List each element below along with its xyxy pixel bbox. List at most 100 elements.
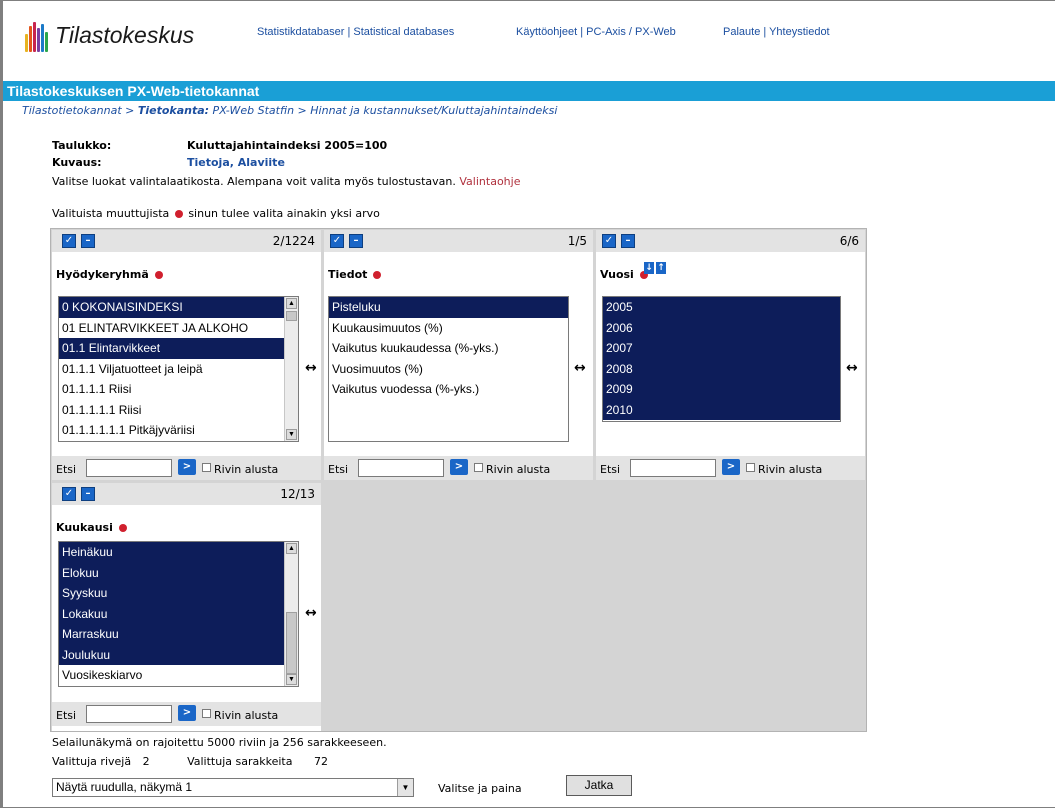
selection-count: 6/6 [839, 234, 859, 248]
list-item[interactable]: 01.1 Elintarvikkeet [59, 338, 298, 359]
values-listbox[interactable]: 0 KOKONAISINDEKSI 01 ELINTARVIKKEET JA A… [58, 296, 299, 442]
search-input[interactable] [358, 459, 444, 477]
variable-name: Hyödykeryhmä [56, 268, 165, 281]
scroll-thumb[interactable] [286, 612, 297, 674]
from-start-checkbox[interactable] [202, 709, 211, 718]
search-row: Etsi > Rivin alusta [596, 456, 865, 480]
limit-note: Selailunäkymä on rajoitettu 5000 riviin … [52, 736, 387, 749]
required-dot-icon [154, 271, 163, 279]
selection-help-link[interactable]: Valintaohje [459, 175, 520, 188]
resize-arrow-icon[interactable]: ↔ [846, 360, 858, 376]
instruction-row: Valitse luokat valintalaatikosta. Alempa… [52, 175, 520, 188]
breadcrumb-separator: > [294, 104, 311, 117]
list-item[interactable]: Lokakuu [59, 603, 298, 624]
databases-link[interactable]: Statistikdatabaser | Statistical databas… [257, 26, 454, 38]
variable-selection-grid: ✓ – 2/1224 Hyödykeryhmä 0 KOKONAISINDEKS… [50, 228, 867, 732]
view-select-value: Näytä ruudulla, näkymä 1 [56, 780, 193, 794]
breadcrumb-root-link[interactable]: Tilastotietokannat [22, 104, 122, 117]
logo-icon [25, 18, 49, 52]
list-item[interactable]: Joulukuu [59, 644, 298, 665]
values-listbox[interactable]: 2005 2006 2007 2008 2009 2010 [602, 296, 841, 422]
list-item[interactable]: 2007 [603, 338, 840, 359]
resize-arrow-icon[interactable]: ↔ [305, 605, 317, 621]
list-item[interactable]: 01.1.1.1.1.1 Pitkäjyväriisi [59, 420, 298, 441]
continue-button[interactable]: Jatka [566, 775, 632, 796]
list-item[interactable]: 01 ELINTARVIKKEET JA ALKOHO [59, 318, 298, 339]
listbox-scrollbar[interactable]: ▲ ▼ [284, 297, 298, 441]
values-listbox[interactable]: Heinäkuu Elokuu Syyskuu Lokakuu Marrasku… [58, 541, 299, 687]
list-item[interactable]: Elokuu [59, 562, 298, 583]
chevron-down-icon[interactable]: ▼ [397, 779, 413, 796]
list-item[interactable]: Vaikutus vuodessa (%-yks.) [329, 379, 568, 400]
footnote-link[interactable]: Alaviite [238, 156, 285, 169]
checkbox-label: Rivin alusta [758, 463, 823, 476]
search-label: Etsi [56, 709, 77, 722]
breadcrumb-db-link[interactable]: PX-Web Statfin [209, 104, 295, 117]
deselect-all-button[interactable]: – [349, 234, 363, 248]
search-go-button[interactable]: > [178, 459, 196, 475]
logo[interactable]: Tilastokeskus [25, 18, 194, 52]
variable-name-text: Vuosi [600, 268, 634, 281]
feedback-link[interactable]: Palaute | Yhteystiedot [723, 26, 830, 38]
search-label: Etsi [600, 463, 621, 476]
select-all-button[interactable]: ✓ [330, 234, 344, 248]
from-start-checkbox[interactable] [202, 463, 211, 472]
instruction-text: Valitse luokat valintalaatikosta. Alempa… [52, 175, 460, 188]
variable-name: Kuukausi [56, 521, 129, 534]
list-item[interactable]: 2009 [603, 379, 840, 400]
selection-count: 2/1224 [272, 234, 315, 248]
resize-arrow-icon[interactable]: ↔ [574, 360, 586, 376]
panel-toolbar: ✓ – 12/13 [52, 483, 321, 505]
list-item[interactable]: 01.1.1 Viljatuotteet ja leipä [59, 359, 298, 380]
search-row: Etsi > Rivin alusta [52, 456, 321, 480]
sort-ascending-icon[interactable]: ↑ [656, 262, 666, 274]
breadcrumb-path: Hinnat ja kustannukset/Kuluttajahintaind… [310, 104, 558, 117]
list-item[interactable]: 2005 [603, 297, 840, 318]
search-input[interactable] [86, 705, 172, 723]
from-start-checkbox[interactable] [746, 463, 755, 472]
help-link[interactable]: Käyttöohjeet | PC-Axis / PX-Web [516, 26, 676, 38]
info-link[interactable]: Tietoja [187, 156, 230, 169]
breadcrumb-db-label: Tietokanta: [137, 104, 210, 117]
sort-descending-icon[interactable]: ↓ [644, 262, 654, 274]
list-item[interactable]: Pisteluku [329, 297, 568, 318]
list-item[interactable]: Vaikutus kuukaudessa (%-yks.) [329, 338, 568, 359]
scroll-thumb[interactable] [286, 311, 297, 321]
search-input[interactable] [86, 459, 172, 477]
search-input[interactable] [630, 459, 716, 477]
list-item[interactable]: Heinäkuu [59, 542, 298, 563]
search-go-button[interactable]: > [722, 459, 740, 475]
resize-arrow-icon[interactable]: ↔ [305, 360, 317, 376]
list-item[interactable]: 01.1.1.1 Riisi [59, 379, 298, 400]
breadcrumb-separator: > [121, 104, 138, 117]
list-item[interactable]: Vuosimuutos (%) [329, 359, 568, 380]
view-select[interactable]: Näytä ruudulla, näkymä 1 ▼ [52, 778, 414, 797]
scroll-down-icon[interactable]: ▼ [286, 674, 297, 685]
scroll-up-icon[interactable]: ▲ [286, 543, 297, 554]
values-listbox[interactable]: Pisteluku Kuukausimuutos (%) Vaikutus ku… [328, 296, 569, 442]
search-go-button[interactable]: > [450, 459, 468, 475]
scroll-up-icon[interactable]: ▲ [286, 298, 297, 309]
list-item[interactable]: 0 KOKONAISINDEKSI [59, 297, 298, 318]
scroll-down-icon[interactable]: ▼ [286, 429, 297, 440]
list-item[interactable]: 2006 [603, 317, 840, 338]
search-label: Etsi [56, 463, 77, 476]
listbox-scrollbar[interactable]: ▲ ▼ [284, 542, 298, 686]
from-start-checkbox[interactable] [474, 463, 483, 472]
list-item[interactable]: Kuukausimuutos (%) [329, 318, 568, 339]
deselect-all-button[interactable]: – [621, 234, 635, 248]
select-all-button[interactable]: ✓ [62, 487, 76, 501]
list-item[interactable]: Syyskuu [59, 583, 298, 604]
select-all-button[interactable]: ✓ [602, 234, 616, 248]
list-item[interactable]: 01.1.1.1.1 Riisi [59, 400, 298, 421]
list-item[interactable]: 2010 [603, 399, 840, 420]
list-item[interactable]: Vuosikeskiarvo [59, 665, 298, 686]
search-go-button[interactable]: > [178, 705, 196, 721]
deselect-all-button[interactable]: – [81, 234, 95, 248]
list-item[interactable]: Marraskuu [59, 624, 298, 645]
deselect-all-button[interactable]: – [81, 487, 95, 501]
select-all-button[interactable]: ✓ [62, 234, 76, 248]
list-item[interactable]: 2008 [603, 358, 840, 379]
selection-count: 1/5 [567, 234, 587, 248]
description-row: Kuvaus: Tietoja, Alaviite [52, 156, 285, 169]
